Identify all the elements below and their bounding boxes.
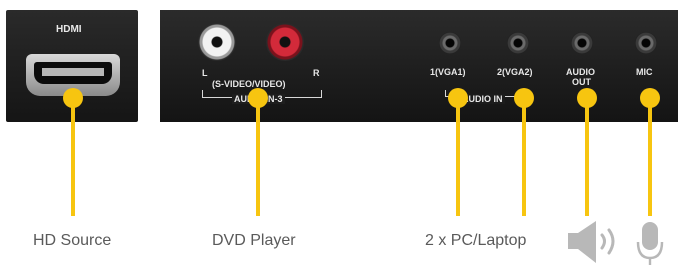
rca-jack-white	[198, 23, 236, 61]
audio-out-connector-line	[585, 98, 589, 216]
vga2-label: 2(VGA2)	[497, 67, 533, 77]
dvd-player-connector-line	[256, 98, 260, 216]
right-channel-label: R	[313, 68, 320, 78]
pc1-connector-line	[456, 98, 460, 216]
av-panel-photo: L R (S-VIDEO/VIDEO) AUDIO IN-3 1(VGA1) 2…	[160, 10, 678, 122]
pc-laptop-caption: 2 x PC/Laptop	[425, 232, 527, 249]
mic-connector-line	[648, 98, 652, 216]
rca-jack-red	[266, 23, 304, 61]
speaker-icon	[568, 221, 615, 263]
mic-connector-dot	[640, 88, 660, 108]
vga2-audio-jack	[507, 32, 529, 54]
hd-source-connector-line	[71, 98, 75, 216]
audio-out-label-line2: OUT	[572, 77, 591, 87]
pc2-connector-dot	[514, 88, 534, 108]
hdmi-label: HDMI	[56, 24, 82, 35]
audio-out-label-line1: AUDIO	[566, 67, 595, 77]
dvd-player-connector-dot	[248, 88, 268, 108]
pc2-connector-line	[522, 98, 526, 216]
vga1-audio-jack	[439, 32, 461, 54]
pc1-connector-dot	[448, 88, 468, 108]
svideo-label: (S-VIDEO/VIDEO)	[212, 79, 286, 89]
dvd-player-caption: DVD Player	[212, 232, 296, 249]
microphone-icon	[636, 222, 664, 265]
left-channel-label: L	[202, 68, 208, 78]
audio-out-connector-dot	[577, 88, 597, 108]
hd-source-connector-dot	[63, 88, 83, 108]
audio-out-jack	[571, 32, 593, 54]
vga1-label: 1(VGA1)	[430, 67, 466, 77]
mic-jack	[635, 32, 657, 54]
mic-label: MIC	[636, 67, 653, 77]
hd-source-caption: HD Source	[33, 232, 112, 249]
